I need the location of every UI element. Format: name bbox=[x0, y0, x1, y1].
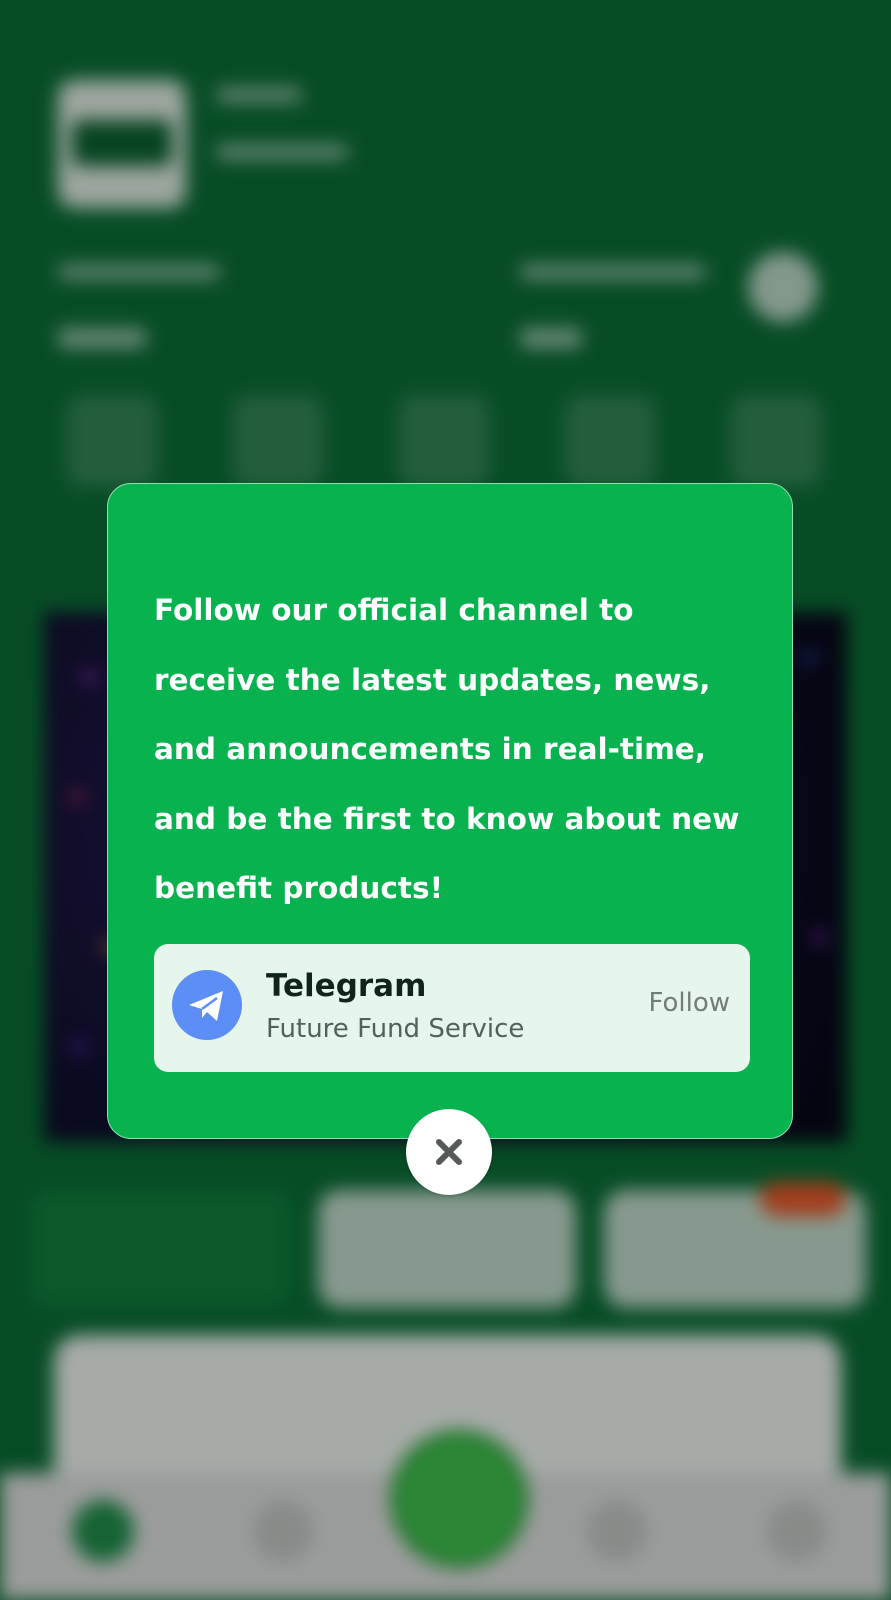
follow-channel-modal: Follow our official channel to receive t… bbox=[107, 483, 793, 1139]
modal-message: Follow our official channel to receive t… bbox=[154, 593, 740, 905]
close-button[interactable] bbox=[406, 1109, 492, 1195]
channel-title: Telegram bbox=[266, 968, 427, 1004]
close-icon bbox=[436, 1139, 462, 1165]
follow-button[interactable]: Follow bbox=[648, 988, 730, 1018]
telegram-channel-card[interactable]: Telegram Future Fund Service Follow bbox=[154, 944, 750, 1072]
telegram-icon bbox=[172, 970, 242, 1040]
channel-subtitle: Future Fund Service bbox=[266, 1014, 525, 1044]
